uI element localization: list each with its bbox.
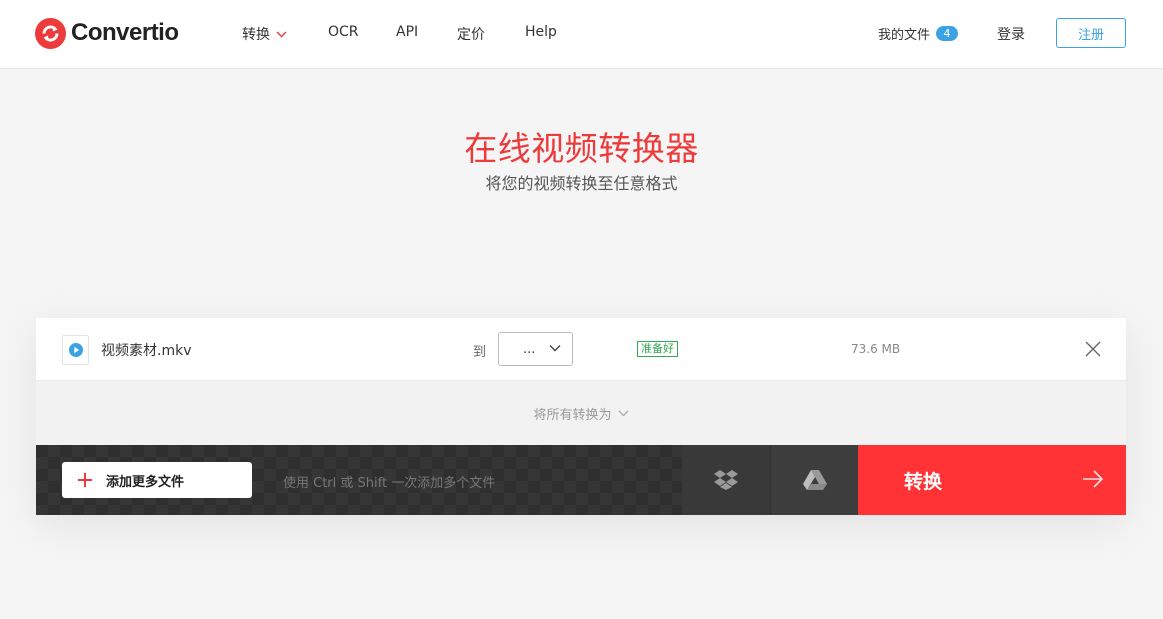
google-drive-button[interactable] [770,445,858,515]
chevron-down-icon [276,31,287,37]
file-size: 73.6 MB [851,342,901,356]
nav-ocr-label: OCR [328,24,359,40]
chevron-down-icon [549,345,561,352]
output-format-select[interactable]: ... [498,332,573,366]
nav-convert-label: 转换 [242,27,270,43]
page-subtitle: 将您的视频转换至任意格式 [485,174,678,193]
nav-api-label: API [396,24,419,40]
dropbox-button[interactable] [682,445,770,515]
file-name: 视频素材.mkv [101,343,192,359]
nav-api[interactable]: API [396,24,418,40]
converter-panel: 视频素材.mkv 到 ... 准备好 73.6 MB 将所有转换为 添加更多文件 [36,318,1126,515]
to-label: 到 [473,345,487,360]
nav-ocr[interactable]: OCR [328,24,359,40]
my-files-link[interactable]: 我的文件 4 [878,24,959,43]
logo[interactable]: Convertio [35,17,179,49]
convertio-logo-icon [35,17,66,49]
close-icon [1085,341,1101,357]
logo-text: Convertio [71,19,179,46]
convert-button[interactable]: 转换 [858,445,1126,515]
action-bar: 添加更多文件 使用 Ctrl 或 Shift 一次添加多个文件 转换 [36,445,1126,515]
site-header: Convertio 转换 OCR API 定价 Help 我的文件 4 登录 注… [0,0,1163,69]
nav-pricing[interactable]: 定价 [457,24,485,44]
video-file-icon [62,335,89,365]
chevron-down-icon [618,410,628,416]
file-row: 视频素材.mkv 到 ... 准备好 73.6 MB [36,318,1126,381]
dropbox-icon [714,470,738,490]
login-link[interactable]: 登录 [997,24,1025,44]
convert-button-label: 转换 [904,470,943,493]
add-more-files-label: 添加更多文件 [106,474,185,490]
nav-convert[interactable]: 转换 [242,24,287,44]
remove-file-button[interactable] [1084,340,1102,358]
page-title: 在线视频转换器 [464,129,699,168]
arrow-right-icon [1083,470,1104,488]
signup-button[interactable]: 注册 [1056,18,1126,48]
add-more-files-button[interactable]: 添加更多文件 [62,462,252,498]
convert-all-dropdown[interactable]: 将所有转换为 [36,381,1126,445]
nav-pricing-label: 定价 [457,27,485,43]
status-badge: 准备好 [637,341,678,357]
file-count-badge: 4 [936,26,959,41]
plus-icon [78,473,92,487]
nav-help[interactable]: Help [525,24,557,40]
nav-help-label: Help [525,24,557,40]
google-drive-icon [802,470,827,490]
my-files-label: 我的文件 [878,28,931,43]
format-value: ... [523,341,536,357]
multi-select-hint: 使用 Ctrl 或 Shift 一次添加多个文件 [283,476,496,491]
convert-all-label: 将所有转换为 [533,407,612,423]
